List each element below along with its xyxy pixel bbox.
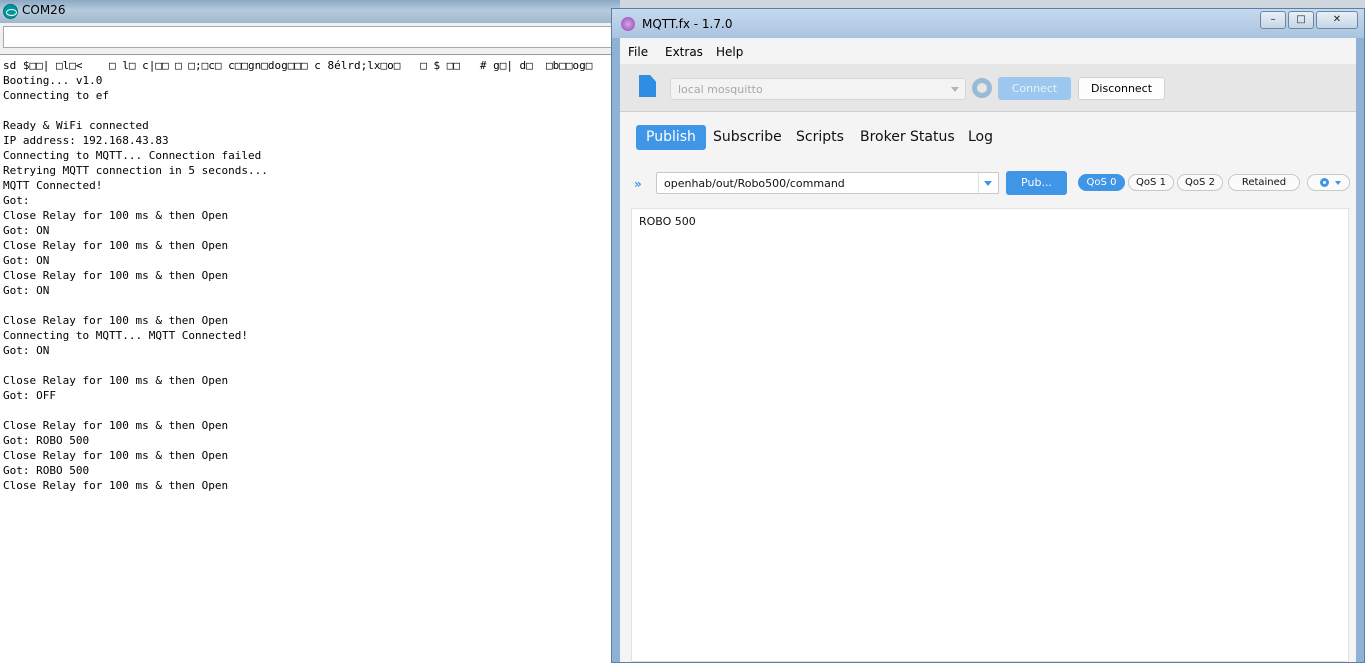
topic-input[interactable]: openhab/out/Robo500/command — [656, 172, 999, 194]
gear-icon[interactable] — [972, 78, 992, 98]
serial-line: Got: ON — [3, 284, 50, 297]
serial-line: Got: ON — [3, 254, 50, 267]
qos0-toggle[interactable]: QoS 0 — [1078, 174, 1125, 191]
expand-chevron-icon[interactable]: » — [634, 177, 642, 191]
mqttfx-app-icon — [621, 17, 635, 31]
serial-line: Close Relay for 100 ms & then Open — [3, 209, 229, 222]
arduino-icon — [3, 4, 18, 19]
serial-line: MQTT Connected! — [3, 179, 103, 192]
serial-line: Close Relay for 100 ms & then Open — [3, 419, 229, 432]
serial-titlebar: COM26 — [0, 0, 620, 23]
close-button[interactable]: ✕ — [1316, 11, 1358, 29]
tab-publish[interactable]: Publish — [636, 125, 706, 150]
payload-textarea[interactable]: ROBO 500 — [631, 208, 1349, 662]
publish-settings-dropdown[interactable] — [1307, 174, 1350, 191]
chevron-down-icon — [1335, 181, 1341, 185]
serial-line: Got: ON — [3, 344, 50, 357]
topic-history-dropdown[interactable] — [978, 173, 998, 193]
topic-value: openhab/out/Robo500/command — [664, 177, 845, 190]
serial-line: Close Relay for 100 ms & then Open — [3, 449, 229, 462]
main-tabs: Publish Subscribe Scripts Broker Status … — [620, 113, 1356, 158]
chevron-down-icon — [951, 87, 959, 92]
connection-bar: local mosquitto Connect Disconnect — [620, 64, 1356, 112]
menu-file[interactable]: File — [628, 45, 648, 59]
payload-text: ROBO 500 — [639, 215, 696, 228]
serial-line — [3, 358, 617, 373]
mqttfx-window-title: MQTT.fx - 1.7.0 — [642, 17, 733, 31]
tab-broker-status[interactable]: Broker Status — [850, 125, 965, 150]
tab-log[interactable]: Log — [958, 125, 1003, 150]
publish-button[interactable]: Pub... — [1006, 171, 1067, 195]
connect-button[interactable]: Connect — [998, 77, 1071, 100]
serial-line — [3, 298, 617, 313]
serial-line: Got: OFF — [3, 389, 56, 402]
serial-line: Close Relay for 100 ms & then Open — [3, 269, 229, 282]
serial-line: Retrying MQTT connection in 5 seconds... — [3, 164, 268, 177]
serial-line: Connecting to ef — [3, 89, 109, 102]
serial-window-title: COM26 — [22, 3, 66, 17]
qos2-toggle[interactable]: QoS 2 — [1177, 174, 1223, 191]
connection-profile-value: local mosquitto — [678, 83, 763, 96]
serial-line — [3, 403, 617, 418]
tab-scripts[interactable]: Scripts — [786, 125, 854, 150]
serial-line: Booting... v1.0 — [3, 74, 103, 87]
serial-line: Connecting to MQTT... MQTT Connected! — [3, 329, 249, 342]
serial-line: Connecting to MQTT... Connection failed — [3, 149, 262, 162]
serial-line: Close Relay for 100 ms & then Open — [3, 479, 229, 492]
publish-topic-row: » openhab/out/Robo500/command Pub... QoS… — [620, 171, 1356, 201]
mqttfx-window: MQTT.fx - 1.7.0 – □ ✕ File Extras Help l… — [611, 8, 1365, 663]
retained-toggle[interactable]: Retained — [1228, 174, 1300, 191]
menu-extras[interactable]: Extras — [665, 45, 703, 59]
menu-bar: File Extras Help — [620, 38, 1356, 64]
serial-line: Ready & WiFi connected — [3, 119, 149, 132]
serial-line: Close Relay for 100 ms & then Open — [3, 239, 229, 252]
serial-output: sd $□□| □l□< □ l□ c|□□ □ □;□c□ c□□gn□dog… — [0, 54, 620, 663]
qos1-toggle[interactable]: QoS 1 — [1128, 174, 1174, 191]
cog-icon — [1320, 178, 1329, 187]
serial-line: Close Relay for 100 ms & then Open — [3, 374, 229, 387]
mqttfx-body: File Extras Help local mosquitto Connect… — [620, 38, 1356, 662]
serial-line: Got: ROBO 500 — [3, 434, 90, 447]
serial-line: Got: — [3, 194, 30, 207]
minimize-button[interactable]: – — [1260, 11, 1286, 29]
serial-line: IP address: 192.168.43.83 — [3, 134, 169, 147]
file-icon[interactable] — [639, 75, 656, 97]
serial-line: sd $□□| □l□< □ l□ c|□□ □ □;□c□ c□□gn□dog… — [3, 59, 593, 72]
serial-monitor-window: COM26 sd $□□| □l□< □ l□ c|□□ □ □;□c□ c□□… — [0, 0, 620, 663]
serial-line — [3, 103, 617, 118]
serial-line: Close Relay for 100 ms & then Open — [3, 314, 229, 327]
tab-subscribe[interactable]: Subscribe — [703, 125, 792, 150]
serial-send-input[interactable] — [3, 26, 617, 48]
disconnect-button[interactable]: Disconnect — [1078, 77, 1165, 100]
menu-help[interactable]: Help — [716, 45, 743, 59]
serial-line: Got: ON — [3, 224, 50, 237]
connection-profile-select[interactable]: local mosquitto — [670, 78, 966, 100]
mqttfx-titlebar: MQTT.fx - 1.7.0 – □ ✕ — [612, 9, 1364, 38]
maximize-button[interactable]: □ — [1288, 11, 1314, 29]
serial-line: Got: ROBO 500 — [3, 464, 90, 477]
